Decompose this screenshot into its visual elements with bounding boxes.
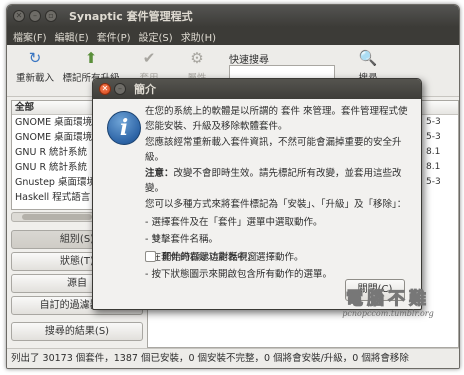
menu-help[interactable]: 求助(H) bbox=[177, 29, 220, 44]
show-on-start-checkbox[interactable] bbox=[145, 250, 156, 262]
menu-bar: 檔案(F) 編輯(E) 套件(P) 設定(S) 求助(H) bbox=[7, 27, 459, 45]
version-cell: 5-3 bbox=[426, 177, 441, 187]
info-icon: i bbox=[107, 111, 141, 145]
show-on-start-label[interactable]: 開始時顯示這對話視窗 bbox=[162, 249, 257, 263]
reload-button[interactable]: ↻ 重新載入 bbox=[13, 48, 57, 84]
menu-file[interactable]: 檔案(F) bbox=[9, 29, 51, 44]
marking-methods-text: 您可以多種方式來將套件標記為「安裝」、「升級」及「移除」： bbox=[145, 199, 407, 210]
introduction-dialog: ✕ – 簡介 i 在您的系統上的軟體是以所謂的 套件 來管理。套件管理程式使您能… bbox=[92, 78, 422, 310]
maximize-window-icon[interactable]: ▫ bbox=[45, 10, 57, 22]
search-icon: 🔍 bbox=[358, 49, 378, 67]
status-bar: 列出了 30173 個套件，1387 個已安裝，0 個安裝不完整，0 個將會安裝… bbox=[7, 348, 459, 368]
list-item: - 選擇套件及在「套件」選單中選取動作。 bbox=[145, 216, 323, 228]
reload-advice-text: 您應該經常重新載入套件資訊，不然可能會漏掉重要的安全升級。 bbox=[145, 137, 402, 163]
dialog-minimize-icon[interactable]: – bbox=[114, 83, 126, 95]
version-cell: 5-3 bbox=[426, 132, 441, 142]
menu-package[interactable]: 套件(P) bbox=[93, 29, 135, 44]
version-cell: 8.1 bbox=[426, 147, 441, 157]
show-on-start-row[interactable]: 開始時顯示這對話視窗 bbox=[145, 249, 257, 263]
intro-text: 在您的系統上的軟體是以所謂的 套件 來管理。套件管理程式使您能安裝、升級及移除軟… bbox=[145, 106, 408, 132]
dialog-title: 簡介 bbox=[134, 83, 156, 96]
apply-icon: ✔ bbox=[142, 49, 156, 67]
scrollbar-thumb[interactable] bbox=[22, 214, 92, 220]
close-window-icon[interactable]: ✕ bbox=[13, 10, 25, 22]
reload-icon: ↻ bbox=[28, 49, 42, 67]
minimize-window-icon[interactable]: – bbox=[29, 10, 41, 22]
note-text: 改變不會即時生效。請先標記所有改變，並套用這些改變。 bbox=[145, 168, 402, 194]
gear-icon: ⚙ bbox=[190, 49, 204, 67]
dialog-close-icon[interactable]: ✕ bbox=[99, 83, 111, 95]
version-cell: 5-3 bbox=[426, 117, 441, 127]
note-label: 注意： bbox=[145, 168, 174, 179]
menu-edit[interactable]: 編輯(E) bbox=[51, 29, 93, 44]
version-cell: 8.1 bbox=[426, 162, 441, 172]
title-bar: ✕ – ▫ Synaptic 套件管理程式 bbox=[7, 5, 459, 27]
upgrade-icon: ⬆ bbox=[84, 49, 98, 67]
menu-settings[interactable]: 設定(S) bbox=[135, 29, 177, 44]
search-results-button[interactable]: 搜尋的結果(S) bbox=[11, 322, 143, 341]
reload-label: 重新載入 bbox=[15, 73, 54, 84]
close-button[interactable]: 關閉(C) bbox=[345, 279, 405, 301]
window-title: Synaptic 套件管理程式 bbox=[69, 10, 193, 23]
quick-search-label: 快速搜尋 bbox=[229, 55, 269, 66]
note-paragraph: 注意：改變不會即時生效。請先標記所有改變，並套用這些改變。 bbox=[145, 167, 415, 196]
dialog-title-bar: ✕ – 簡介 bbox=[93, 79, 421, 99]
list-item: - 雙擊套件名稱。 bbox=[145, 234, 218, 245]
